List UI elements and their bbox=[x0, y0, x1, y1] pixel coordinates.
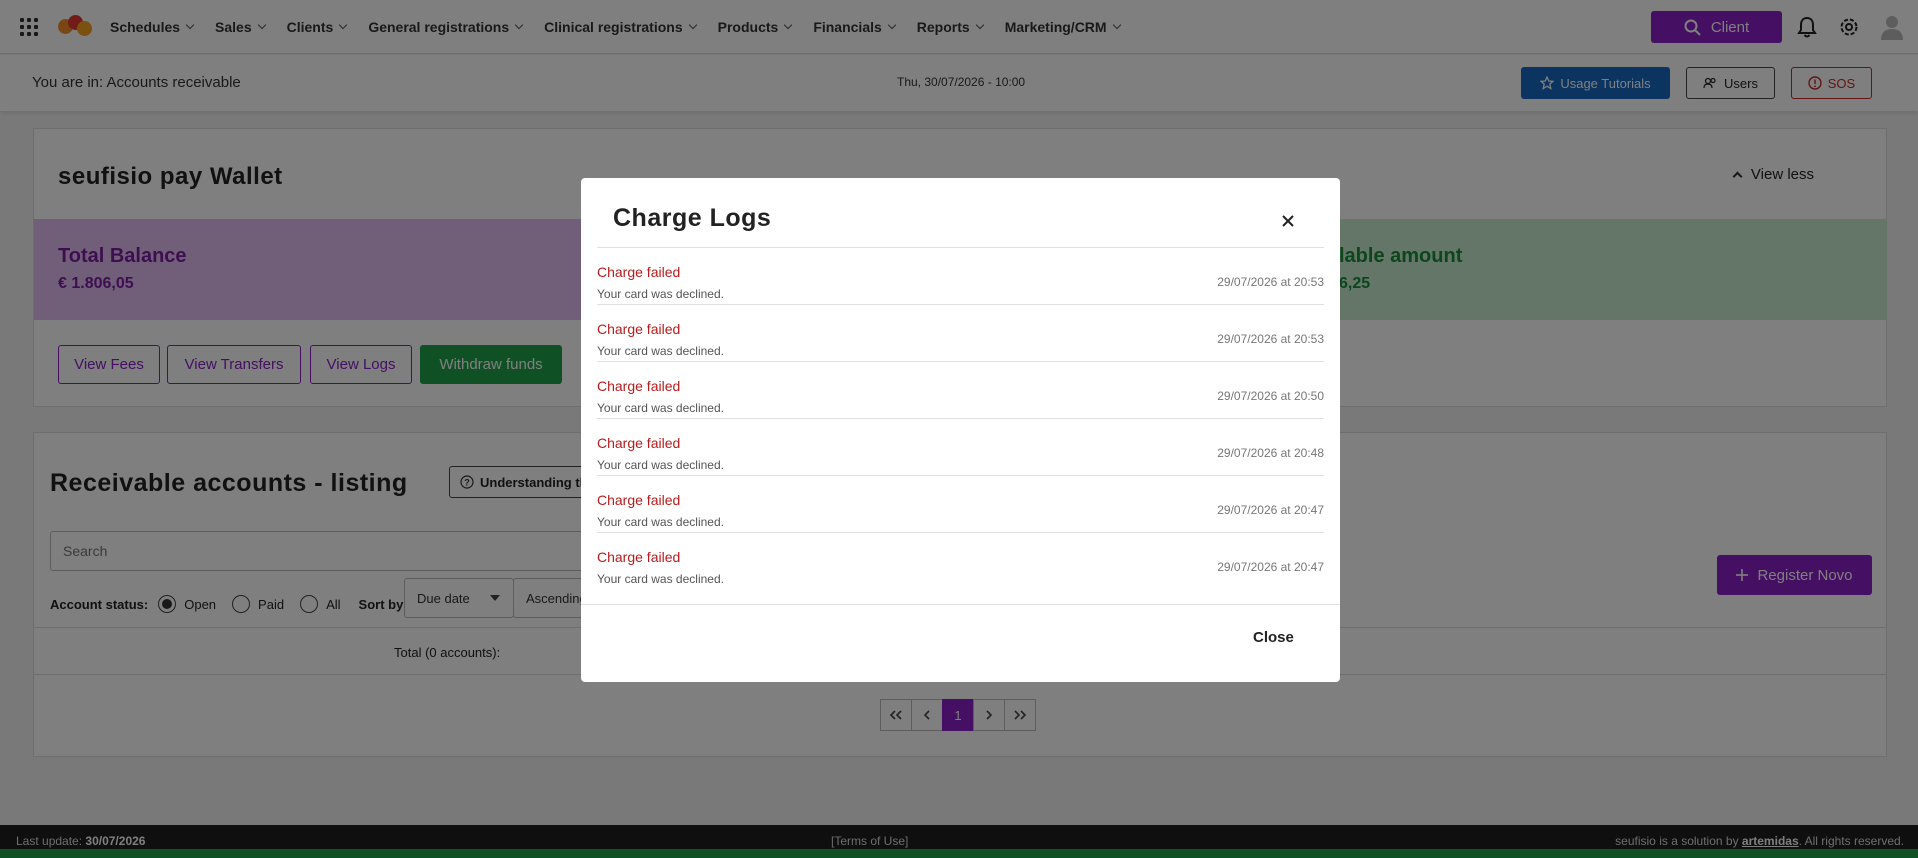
charge-log-item: Charge failed Your card was declined. 29… bbox=[597, 533, 1324, 590]
charge-log-item: Charge failed Your card was declined. 29… bbox=[597, 476, 1324, 533]
charge-logs-modal: Charge Logs Charge failed Your card was … bbox=[581, 178, 1340, 682]
log-date: 29/07/2026 at 20:53 bbox=[1217, 332, 1324, 346]
charge-log-item: Charge failed Your card was declined. 29… bbox=[597, 362, 1324, 419]
log-date: 29/07/2026 at 20:47 bbox=[1217, 503, 1324, 517]
log-title: Charge failed bbox=[597, 378, 681, 394]
log-date: 29/07/2026 at 20:48 bbox=[1217, 446, 1324, 460]
log-date: 29/07/2026 at 20:47 bbox=[1217, 560, 1324, 574]
log-date: 29/07/2026 at 20:53 bbox=[1217, 275, 1324, 289]
charge-log-item: Charge failed Your card was declined. 29… bbox=[597, 248, 1324, 305]
log-message: Your card was declined. bbox=[597, 287, 724, 301]
log-date: 29/07/2026 at 20:50 bbox=[1217, 389, 1324, 403]
log-title: Charge failed bbox=[597, 435, 681, 451]
log-message: Your card was declined. bbox=[597, 401, 724, 415]
log-message: Your card was declined. bbox=[597, 458, 724, 472]
close-icon[interactable] bbox=[1281, 214, 1295, 228]
modal-title: Charge Logs bbox=[613, 204, 772, 232]
log-message: Your card was declined. bbox=[597, 572, 724, 586]
charge-log-item: Charge failed Your card was declined. 29… bbox=[597, 419, 1324, 476]
modal-footer: Close bbox=[581, 604, 1340, 682]
charge-log-list: Charge failed Your card was declined. 29… bbox=[597, 247, 1324, 590]
close-button[interactable]: Close bbox=[1253, 629, 1294, 646]
log-title: Charge failed bbox=[597, 321, 681, 337]
log-message: Your card was declined. bbox=[597, 515, 724, 529]
log-message: Your card was declined. bbox=[597, 344, 724, 358]
log-title: Charge failed bbox=[597, 264, 681, 280]
log-title: Charge failed bbox=[597, 492, 681, 508]
log-title: Charge failed bbox=[597, 549, 681, 565]
charge-log-item: Charge failed Your card was declined. 29… bbox=[597, 305, 1324, 362]
